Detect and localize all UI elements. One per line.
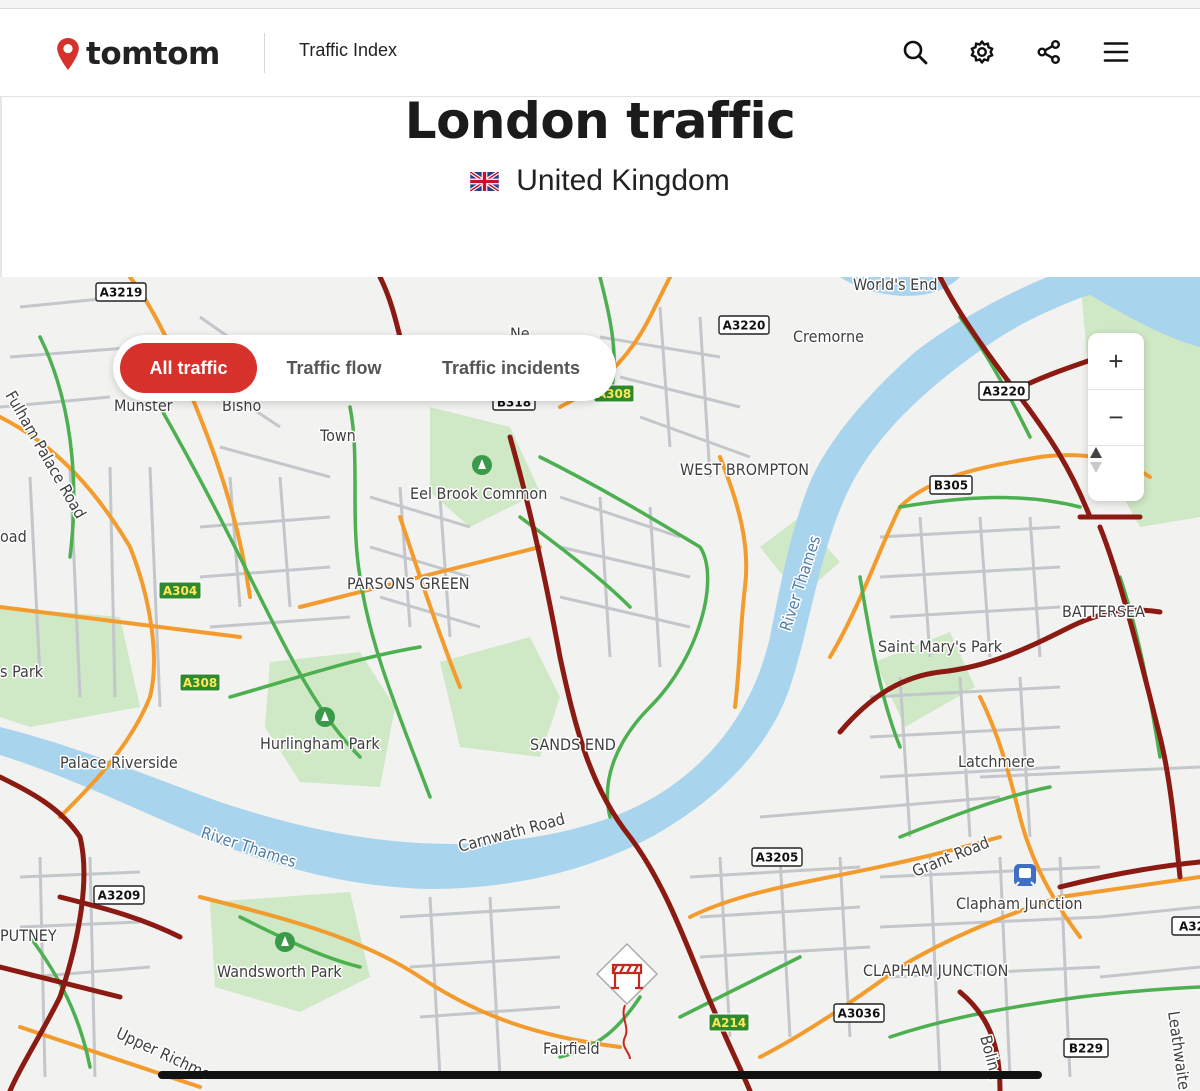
map-zoom-controls: + − [1088, 333, 1144, 501]
gear-icon[interactable] [967, 37, 997, 67]
svg-text:B305: B305 [934, 479, 968, 493]
nav-divider [264, 33, 265, 73]
svg-text:B229: B229 [1069, 1042, 1103, 1056]
shield-a3209: A3209 [93, 885, 145, 905]
browser-top-strip [0, 0, 1200, 9]
label-latchmere: Latchmere [958, 752, 1035, 771]
svg-text:A3036: A3036 [838, 1007, 881, 1021]
label-cremorne: Cremorne [793, 327, 864, 346]
label-parsons-green: PARSONS GREEN [347, 574, 470, 593]
tomtom-logo[interactable]: tomtom [56, 32, 220, 76]
svg-text:A3220: A3220 [983, 385, 1026, 399]
logo-text: tomtom [86, 36, 220, 72]
zoom-in-button[interactable]: + [1088, 333, 1144, 389]
label-hurlingham-park: Hurlingham Park [260, 734, 380, 753]
label-worlds-end: World's End [853, 277, 938, 294]
svg-text:A3219: A3219 [100, 286, 143, 300]
shield-a3220-east: A3220 [978, 381, 1030, 401]
page-title: London traffic [404, 92, 796, 150]
svg-text:A32: A32 [1179, 920, 1200, 934]
label-oad: oad [0, 527, 27, 546]
tab-all-traffic[interactable]: All traffic [120, 343, 257, 393]
shield-a3036: A3036 [833, 1003, 885, 1023]
shield-a3219: A3219 [95, 282, 147, 302]
label-battersea: BATTERSEA [1062, 602, 1145, 621]
top-navigation: tomtom Traffic Index [0, 9, 1200, 97]
location-pin-icon [57, 38, 79, 70]
tab-traffic-incidents[interactable]: Traffic incidents [423, 343, 599, 393]
label-clapham-junction-station: Clapham Junction [956, 894, 1083, 913]
shield-a32-edge: A32 [1171, 916, 1200, 936]
label-eel-brook-common: Eel Brook Common [410, 484, 547, 503]
search-icon[interactable] [900, 37, 930, 67]
shield-a3205: A3205 [751, 847, 803, 867]
label-saint-marys-park: Saint Mary's Park [878, 637, 1003, 656]
traffic-map[interactable]: World's End Cremorne Munster Town Eel Br… [0, 277, 1200, 1091]
svg-text:A3220: A3220 [723, 319, 766, 333]
compass-icon[interactable] [1088, 445, 1144, 501]
svg-text:A3205: A3205 [756, 851, 799, 865]
shield-a304: A304 [158, 581, 202, 600]
label-wandsworth-park: Wandsworth Park [217, 962, 342, 981]
shield-b305: B305 [929, 475, 973, 495]
label-s-park: s Park [0, 662, 44, 681]
label-sands-end: SANDS END [530, 735, 616, 754]
label-fairfield: Fairfield [543, 1039, 600, 1058]
train-station-icon[interactable] [1014, 864, 1036, 886]
shield-a308-west: A308 [179, 673, 221, 692]
label-town: Town [319, 426, 356, 445]
home-indicator[interactable] [158, 1071, 1042, 1079]
shield-b229: B229 [1063, 1038, 1109, 1058]
section-title[interactable]: Traffic Index [299, 40, 397, 61]
tab-traffic-flow[interactable]: Traffic flow [269, 343, 399, 393]
page: tomtom Traffic Index London traffic Unit… [0, 0, 1200, 1091]
shield-a3220-north: A3220 [718, 315, 770, 335]
shield-a214: A214 [708, 1013, 750, 1032]
uk-flag-icon [470, 171, 500, 191]
svg-text:A308: A308 [183, 676, 217, 690]
traffic-filter-tabs: All traffic Traffic flow Traffic inciden… [113, 335, 616, 401]
share-icon[interactable] [1034, 37, 1064, 67]
zoom-out-button[interactable]: − [1088, 389, 1144, 445]
svg-text:A3209: A3209 [98, 889, 141, 903]
label-putney: PUTNEY [0, 926, 57, 945]
country-row: United Kingdom [0, 164, 1200, 198]
svg-text:A304: A304 [163, 584, 197, 598]
country-name: United Kingdom [516, 164, 730, 197]
svg-text:A214: A214 [712, 1016, 746, 1030]
label-clapham-junction-area: CLAPHAM JUNCTION [863, 961, 1008, 980]
label-palace-riverside: Palace Riverside [60, 753, 178, 772]
menu-icon[interactable] [1101, 37, 1131, 67]
label-west-brompton: WEST BROMPTON [680, 460, 809, 479]
